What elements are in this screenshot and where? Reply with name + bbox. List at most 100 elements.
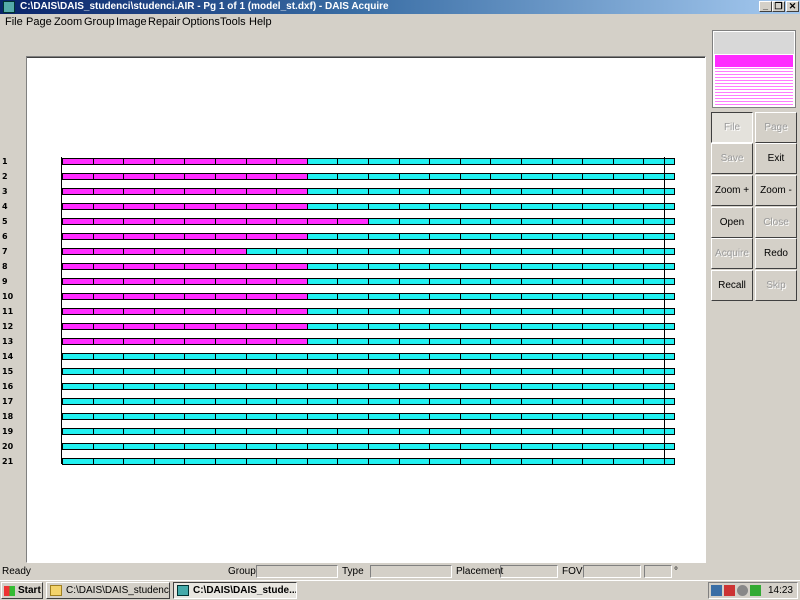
empty-cell[interactable] xyxy=(551,158,584,165)
filled-cell[interactable] xyxy=(306,218,339,225)
menu-options[interactable]: Options xyxy=(182,16,220,28)
empty-cell[interactable] xyxy=(153,368,186,375)
empty-cell[interactable] xyxy=(459,443,492,450)
empty-cell[interactable] xyxy=(337,278,369,285)
empty-cell[interactable] xyxy=(337,308,369,315)
filled-cell[interactable] xyxy=(123,188,155,195)
empty-cell[interactable] xyxy=(245,413,278,420)
empty-cell[interactable] xyxy=(643,263,675,270)
empty-cell[interactable] xyxy=(459,263,492,270)
empty-cell[interactable] xyxy=(92,383,125,390)
taskbar-dais-window[interactable]: C:\DAIS\DAIS_stude... xyxy=(173,582,297,599)
empty-cell[interactable] xyxy=(612,278,645,285)
empty-cell[interactable] xyxy=(612,443,645,450)
empty-cell[interactable] xyxy=(551,218,584,225)
start-button[interactable]: Start xyxy=(1,582,43,599)
empty-cell[interactable] xyxy=(643,368,675,375)
empty-cell[interactable] xyxy=(490,278,522,285)
empty-cell[interactable] xyxy=(245,248,278,255)
empty-cell[interactable] xyxy=(551,278,584,285)
empty-cell[interactable] xyxy=(521,308,553,315)
empty-cell[interactable] xyxy=(368,248,400,255)
empty-cell[interactable] xyxy=(337,203,369,210)
filled-cell[interactable] xyxy=(184,188,216,195)
empty-cell[interactable] xyxy=(92,443,125,450)
empty-cell[interactable] xyxy=(490,338,522,345)
empty-cell[interactable] xyxy=(368,398,400,405)
empty-cell[interactable] xyxy=(92,353,125,360)
zoom-in-button[interactable]: Zoom + xyxy=(711,175,753,206)
filled-cell[interactable] xyxy=(184,218,216,225)
empty-cell[interactable] xyxy=(398,233,431,240)
empty-cell[interactable] xyxy=(429,458,461,465)
empty-cell[interactable] xyxy=(521,458,553,465)
empty-cell[interactable] xyxy=(459,248,492,255)
filled-cell[interactable] xyxy=(92,278,125,285)
filled-cell[interactable] xyxy=(153,338,186,345)
filled-cell[interactable] xyxy=(215,323,247,330)
empty-cell[interactable] xyxy=(215,428,247,435)
empty-cell[interactable] xyxy=(62,398,94,405)
empty-cell[interactable] xyxy=(612,338,645,345)
page-button[interactable]: Page xyxy=(755,112,797,143)
maximize-button[interactable]: ❐ xyxy=(772,1,785,12)
empty-cell[interactable] xyxy=(551,188,584,195)
filled-cell[interactable] xyxy=(245,308,278,315)
empty-cell[interactable] xyxy=(551,368,584,375)
empty-cell[interactable] xyxy=(612,233,645,240)
empty-cell[interactable] xyxy=(643,428,675,435)
empty-cell[interactable] xyxy=(429,263,461,270)
page-preview[interactable] xyxy=(712,30,796,108)
empty-cell[interactable] xyxy=(92,428,125,435)
empty-cell[interactable] xyxy=(368,383,400,390)
filled-cell[interactable] xyxy=(153,263,186,270)
empty-cell[interactable] xyxy=(245,443,278,450)
empty-cell[interactable] xyxy=(306,173,339,180)
volume-icon[interactable] xyxy=(737,585,748,596)
empty-cell[interactable] xyxy=(245,353,278,360)
empty-cell[interactable] xyxy=(643,353,675,360)
filled-cell[interactable] xyxy=(62,218,94,225)
filled-cell[interactable] xyxy=(245,323,278,330)
filled-cell[interactable] xyxy=(276,278,308,285)
empty-cell[interactable] xyxy=(153,413,186,420)
empty-cell[interactable] xyxy=(184,413,216,420)
filled-cell[interactable] xyxy=(276,338,308,345)
filled-cell[interactable] xyxy=(123,248,155,255)
empty-cell[interactable] xyxy=(521,443,553,450)
empty-cell[interactable] xyxy=(459,188,492,195)
filled-cell[interactable] xyxy=(62,338,94,345)
empty-cell[interactable] xyxy=(459,173,492,180)
filled-cell[interactable] xyxy=(153,248,186,255)
filled-cell[interactable] xyxy=(123,263,155,270)
empty-cell[interactable] xyxy=(184,368,216,375)
empty-cell[interactable] xyxy=(582,338,614,345)
empty-cell[interactable] xyxy=(398,443,431,450)
empty-cell[interactable] xyxy=(337,398,369,405)
empty-cell[interactable] xyxy=(306,158,339,165)
filled-cell[interactable] xyxy=(153,233,186,240)
empty-cell[interactable] xyxy=(490,353,522,360)
taskbar-explorer-window[interactable]: C:\DAIS\DAIS_studenci xyxy=(46,582,170,599)
empty-cell[interactable] xyxy=(123,428,155,435)
empty-cell[interactable] xyxy=(551,248,584,255)
filled-cell[interactable] xyxy=(245,338,278,345)
empty-cell[interactable] xyxy=(184,398,216,405)
empty-cell[interactable] xyxy=(643,413,675,420)
empty-cell[interactable] xyxy=(153,443,186,450)
empty-cell[interactable] xyxy=(337,428,369,435)
empty-cell[interactable] xyxy=(459,278,492,285)
empty-cell[interactable] xyxy=(643,203,675,210)
filled-cell[interactable] xyxy=(62,278,94,285)
network-icon[interactable] xyxy=(711,585,722,596)
filled-cell[interactable] xyxy=(184,323,216,330)
filled-cell[interactable] xyxy=(92,308,125,315)
empty-cell[interactable] xyxy=(337,458,369,465)
empty-cell[interactable] xyxy=(521,218,553,225)
empty-cell[interactable] xyxy=(429,218,461,225)
filled-cell[interactable] xyxy=(215,338,247,345)
filled-cell[interactable] xyxy=(123,158,155,165)
filled-cell[interactable] xyxy=(184,248,216,255)
filled-cell[interactable] xyxy=(215,188,247,195)
empty-cell[interactable] xyxy=(368,368,400,375)
